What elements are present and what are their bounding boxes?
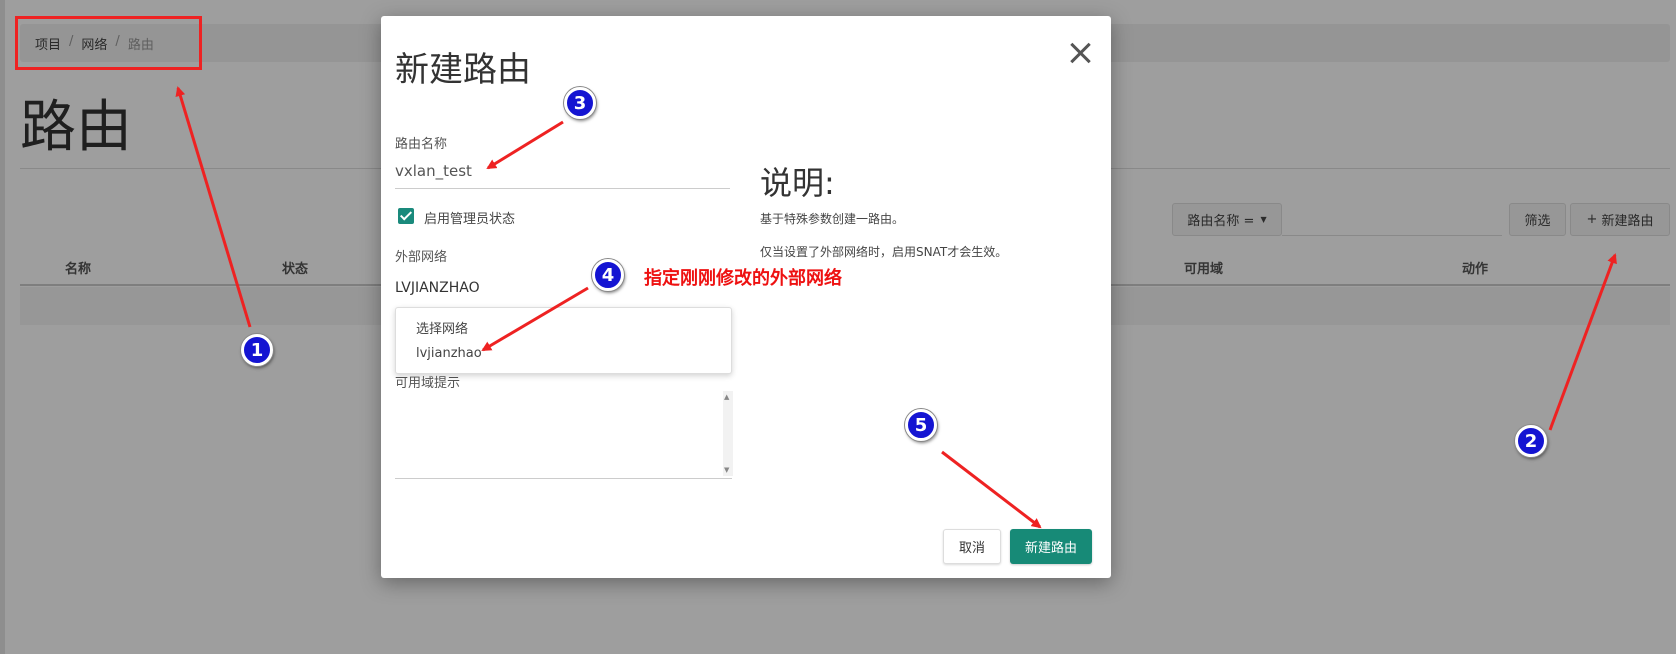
az-hint-textarea[interactable] <box>395 389 732 479</box>
router-name-input[interactable] <box>395 153 730 189</box>
cancel-button[interactable]: 取消 <box>943 529 1001 564</box>
external-network-select[interactable]: LVJIANZHAO <box>395 280 480 296</box>
description-line-2: 仅当设置了外部网络时，启用SNAT才会生效。 <box>760 245 1008 259</box>
modal-title: 新建路由 <box>395 50 531 90</box>
admin-state-label: 启用管理员状态 <box>424 212 516 227</box>
textarea-scrollbar[interactable]: ▲ ▼ <box>723 391 733 476</box>
description-line-1: 基于特殊参数创建一路由。 <box>760 212 905 226</box>
scroll-down-icon[interactable]: ▼ <box>724 466 729 474</box>
admin-state-checkbox[interactable] <box>398 208 414 224</box>
create-router-modal: 新建路由 路由名称 启用管理员状态 外部网络 LVJIANZHAO 可用域提示 … <box>381 16 1111 578</box>
submit-create-router-button[interactable]: 新建路由 <box>1010 529 1092 564</box>
description-title: 说明: <box>760 164 835 202</box>
close-icon[interactable] <box>1065 38 1095 68</box>
external-network-dropdown: 选择网络 lvjianzhao <box>395 307 732 374</box>
dropdown-option-placeholder[interactable]: 选择网络 <box>416 318 468 337</box>
dropdown-option-lvjianzhao[interactable]: lvjianzhao <box>416 346 482 361</box>
external-network-label: 外部网络 <box>395 250 448 265</box>
scroll-up-icon[interactable]: ▲ <box>724 393 729 401</box>
router-name-label: 路由名称 <box>395 137 448 152</box>
